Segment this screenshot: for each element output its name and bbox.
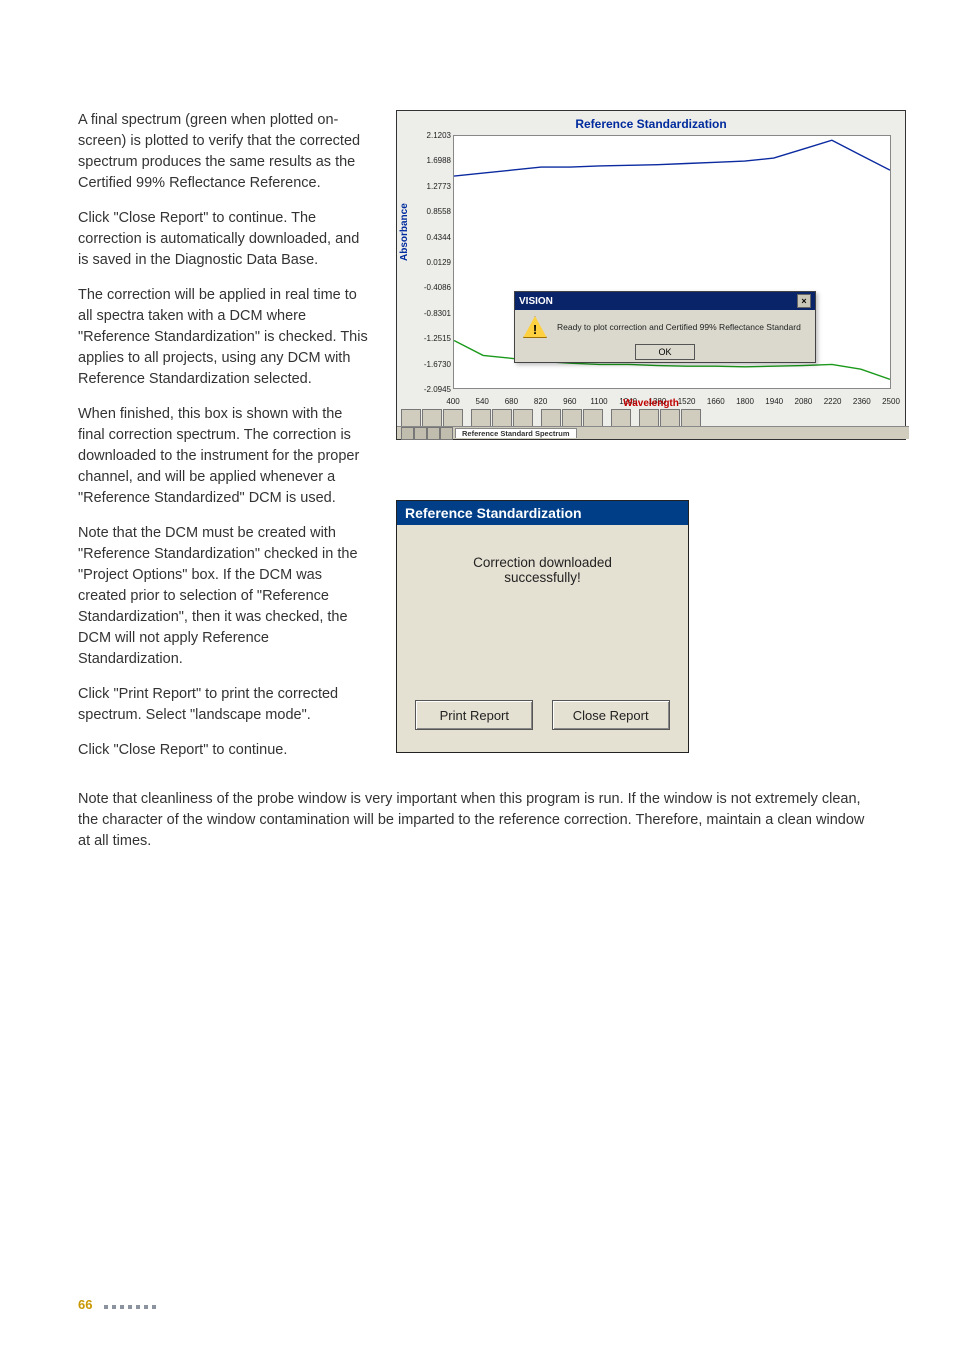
- next-icon[interactable]: [427, 427, 440, 440]
- paragraph: When finished, this box is shown with th…: [78, 404, 368, 509]
- toolbar-button[interactable]: [639, 409, 659, 427]
- close-report-button[interactable]: Close Report: [552, 700, 670, 730]
- page-number: 66: [78, 1297, 92, 1312]
- toolbar-button[interactable]: [681, 409, 701, 427]
- toolbar-button[interactable]: [541, 409, 561, 427]
- toolbar-button[interactable]: [611, 409, 631, 427]
- first-icon[interactable]: [401, 427, 414, 440]
- tab-reference-standard-spectrum[interactable]: Reference Standard Spectrum: [455, 428, 577, 438]
- dialog-message-line: Correction downloaded: [415, 555, 670, 570]
- dialog-message-line: successfully!: [415, 570, 670, 585]
- download-success-dialog: Reference Standardization Correction dow…: [396, 500, 689, 753]
- paragraph: Click "Close Report" to continue.: [78, 740, 368, 761]
- x-axis-label: Wavelength: [397, 398, 905, 409]
- plot-title: Reference Standardization: [397, 117, 905, 131]
- paragraph: A final spectrum (green when plotted on-…: [78, 110, 368, 194]
- plot-area: VISION × ! Ready to plot correction and …: [453, 135, 891, 389]
- toolbar-button[interactable]: [583, 409, 603, 427]
- toolbar-button[interactable]: [471, 409, 491, 427]
- spectrum-plot-screenshot: Reference Standardization Absorbance 2.1…: [396, 110, 906, 440]
- toolbar-button[interactable]: [492, 409, 512, 427]
- vision-dialog-message: Ready to plot correction and Certified 9…: [557, 322, 801, 332]
- paragraph: The correction will be applied in real t…: [78, 285, 368, 390]
- vision-dialog-title: VISION: [519, 296, 553, 307]
- toolbar-button[interactable]: [562, 409, 582, 427]
- paragraph: Click "Print Report" to print the correc…: [78, 684, 368, 726]
- close-icon[interactable]: ×: [797, 294, 811, 308]
- prev-icon[interactable]: [414, 427, 427, 440]
- paragraph: Click "Close Report" to continue. The co…: [78, 208, 368, 271]
- vision-dialog: VISION × ! Ready to plot correction and …: [514, 291, 816, 363]
- tab-strip: Reference Standard Spectrum: [397, 426, 909, 439]
- paragraph: Note that the DCM must be created with "…: [78, 523, 368, 670]
- warning-icon: !: [523, 316, 547, 338]
- decorative-dots: [102, 1297, 158, 1312]
- y-axis-label: Absorbance: [399, 203, 410, 261]
- plot-toolbar: [397, 409, 705, 427]
- ok-button[interactable]: OK: [635, 344, 695, 360]
- toolbar-button[interactable]: [443, 409, 463, 427]
- toolbar-button[interactable]: [513, 409, 533, 427]
- toolbar-button[interactable]: [422, 409, 442, 427]
- toolbar-button[interactable]: [401, 409, 421, 427]
- paragraph: Note that cleanliness of the probe windo…: [78, 789, 876, 852]
- page-footer: 66: [78, 1297, 158, 1312]
- toolbar-button[interactable]: [660, 409, 680, 427]
- last-icon[interactable]: [440, 427, 453, 440]
- left-text-column: A final spectrum (green when plotted on-…: [78, 110, 368, 775]
- dialog-title: Reference Standardization: [397, 501, 688, 525]
- print-report-button[interactable]: Print Report: [415, 700, 533, 730]
